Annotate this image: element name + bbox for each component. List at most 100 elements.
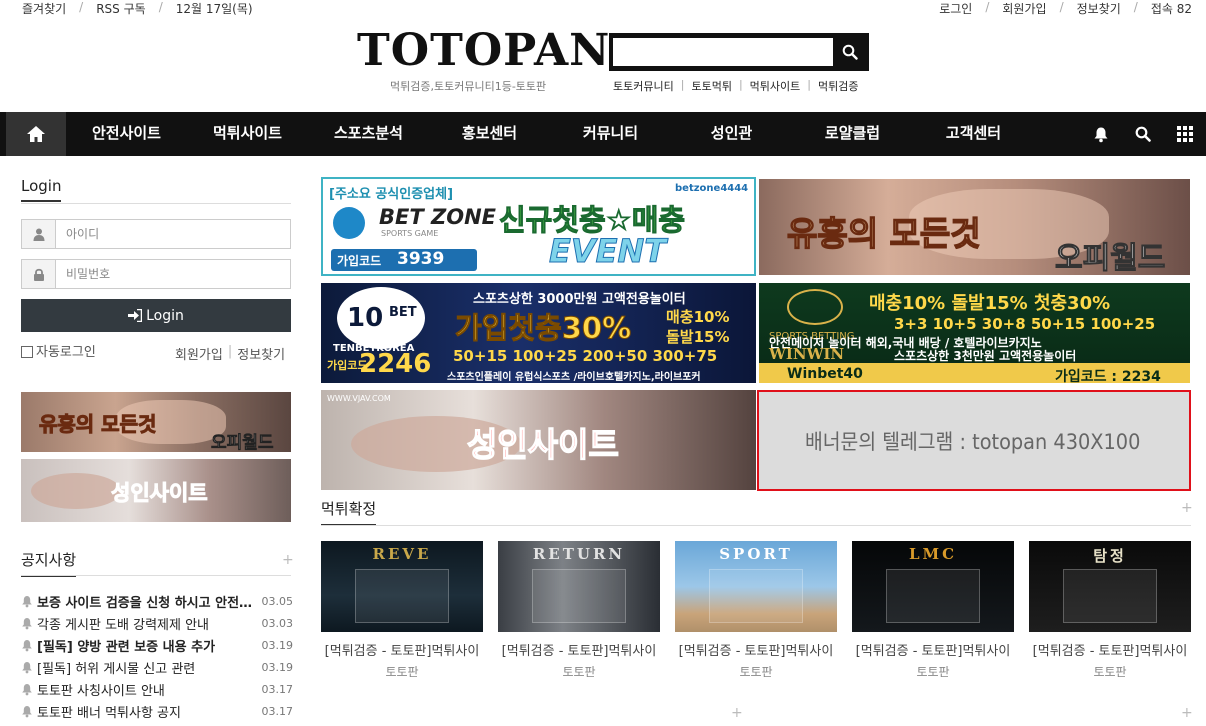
banner-betzone[interactable]: [주소요 공식인증업체] betzone4444 BET ZONE SPORTS…	[321, 177, 756, 276]
join-link[interactable]: 회원가입	[1002, 0, 1046, 17]
left-banner-adult[interactable]: 성인사이트	[21, 459, 291, 522]
post-title[interactable]: [먹튀검증 - 토토판]먹튀사이	[675, 640, 837, 659]
post-card[interactable]: LMC [먹튀검증 - 토토판]먹튀사이 토토판	[852, 541, 1014, 680]
banner-brand: BET ZONE	[379, 205, 496, 229]
banner-adult[interactable]: WWW.VJAV.COM 성인사이트	[321, 390, 756, 490]
post-card[interactable]: RETURN [먹튀검증 - 토토판]먹튀사이 토토판	[498, 541, 660, 680]
notice-title-text[interactable]: 보증 사이트 검증을 신청 하시고 안전놀이터	[37, 592, 259, 611]
section-more-button-2[interactable]: +	[731, 705, 743, 721]
auto-login-checkbox[interactable]	[21, 346, 33, 358]
thumbnail-panel	[709, 569, 803, 623]
login-button[interactable]: Login	[21, 299, 291, 332]
rss-link[interactable]: RSS 구독	[96, 0, 145, 17]
nav-item-community[interactable]: 커뮤니티	[550, 112, 671, 156]
banner-headline: 가입첫충30%	[454, 311, 632, 346]
section-more-button-3[interactable]: +	[1181, 705, 1193, 721]
banner-headline: 유흥의 모든것	[38, 412, 157, 437]
notice-item[interactable]: [필독] 허위 게시물 신고 관련 03.19	[21, 656, 293, 678]
site-logo[interactable]: TOTOPAN	[357, 27, 610, 75]
notice-title-text[interactable]: 토토판 사칭사이트 안내	[37, 680, 259, 699]
nav-item-promo-center[interactable]: 홍보센터	[429, 112, 550, 156]
divider	[21, 203, 291, 204]
post-source: 토토판	[385, 665, 419, 679]
find-info-link[interactable]: 정보찾기	[1077, 0, 1121, 17]
post-card[interactable]: SPORT [먹튀검증 - 토토판]먹튀사이토토판	[675, 541, 837, 680]
post-thumbnail[interactable]: LMC	[852, 541, 1014, 632]
divider: |	[738, 78, 743, 91]
banner-tenbet[interactable]: 10 BET 스포츠상한 3000만원 고액전용놀이터 가입첫충30% 매충10…	[321, 283, 756, 383]
notice-item[interactable]: 각종 게시판 도배 강력제제 안내 03.03	[21, 612, 293, 634]
section-more-button[interactable]: +	[1181, 500, 1193, 516]
post-title[interactable]: [먹튀검증 - 토토판]먹튀사이	[498, 640, 660, 659]
login-title: Login	[21, 177, 62, 202]
post-title[interactable]: [먹튀검증 - 토토판]먹튀사이	[1029, 640, 1191, 659]
post-thumbnail[interactable]: 탐정	[1029, 541, 1191, 632]
nav-item-scam-sites[interactable]: 먹튀사이트	[187, 112, 308, 156]
post-title[interactable]: [먹튀검증 - 토토판]먹튀사이	[321, 640, 483, 659]
bell-icon	[21, 683, 37, 696]
notice-item[interactable]: 토토판 사칭사이트 안내 03.17	[21, 678, 293, 700]
divider: /	[985, 0, 990, 14]
banner-brand: 오피월드	[211, 433, 274, 452]
thumbnail-panel	[1063, 569, 1157, 623]
banner-telegram: Winbet40	[787, 366, 863, 382]
visitor-count: 접속 82	[1150, 2, 1192, 16]
post-thumbnail[interactable]: SPORT	[675, 541, 837, 632]
post-title[interactable]: [먹튀검증 - 토토판]먹튀사이	[852, 640, 1014, 659]
banner-brand: 오피월드	[1054, 241, 1166, 276]
login-link[interactable]: 로그인	[939, 0, 972, 17]
user-icon	[22, 220, 56, 248]
notice-title-text[interactable]: [필독] 양방 관련 보증 내용 추가	[37, 636, 259, 655]
quicklink-scam-sites[interactable]: 먹튀사이트	[750, 78, 801, 94]
post-card[interactable]: REVE [먹튀검증 - 토토판]먹튀사이토토판	[321, 541, 483, 680]
nav-search-button[interactable]	[1122, 112, 1164, 156]
notice-item[interactable]: 토토판 배너 먹튀사항 공지 03.17	[21, 700, 293, 722]
nav-item-royal-club[interactable]: 로얄클럽	[792, 112, 913, 156]
quicklink-toto-scam[interactable]: 토토먹튀	[691, 78, 731, 94]
nav-item-customer-center[interactable]: 고객센터	[913, 112, 1034, 156]
quicklink-verification[interactable]: 먹튀검증	[818, 78, 858, 94]
soccer-ball-icon	[333, 207, 365, 239]
home-button[interactable]	[6, 112, 66, 156]
nav-item-sports-analysis[interactable]: 스포츠분석	[308, 112, 429, 156]
search-button[interactable]	[831, 33, 869, 71]
banner-event: EVENT	[548, 232, 667, 271]
post-thumbnail[interactable]: REVE	[321, 541, 483, 632]
notice-item[interactable]: [필독] 양방 관련 보증 내용 추가 03.19	[21, 634, 293, 656]
notice-more-button[interactable]: +	[282, 552, 294, 568]
banner-right2: 돌발15%	[666, 328, 730, 346]
nav-item-safe-sites[interactable]: 안전사이트	[66, 112, 187, 156]
bookmark-link[interactable]: 즐겨찾기	[22, 0, 66, 17]
date-text: 12월 17일(목)	[175, 2, 253, 16]
post-source: 토토판	[739, 665, 773, 679]
banner-opiworld[interactable]: 유흥의 모든것 오피월드	[759, 179, 1190, 275]
banner-ad-inquiry[interactable]: 배너문의 텔레그램 : totopan 430X100	[757, 390, 1191, 491]
banner-handle: betzone4444	[675, 183, 749, 194]
notification-button[interactable]	[1080, 112, 1122, 156]
id-input[interactable]	[58, 220, 288, 248]
notice-title-text[interactable]: 각종 게시판 도배 강력제제 안내	[37, 614, 259, 633]
post-card[interactable]: 탐정 [먹튀검증 - 토토판]먹튀사이 토토판	[1029, 541, 1191, 680]
top-utility-bar: 즐겨찾기 / RSS 구독 / 12월 17일(목) 로그인 / 회원가입 / …	[0, 0, 1206, 16]
quicklink-community[interactable]: 토토커뮤니티	[613, 78, 674, 94]
all-menu-button[interactable]	[1164, 112, 1206, 156]
banner-winwin[interactable]: 매충10% 돌발15% 첫충30% 3+3 10+5 30+8 50+15 10…	[759, 283, 1190, 383]
notice-title-text[interactable]: [필독] 허위 게시물 신고 관련	[37, 658, 259, 677]
home-icon	[27, 126, 45, 142]
banner-headline: 성인사이트	[466, 424, 619, 464]
notice-item[interactable]: 보증 사이트 검증을 신청 하시고 안전놀이터 03.05	[21, 590, 293, 612]
search-input[interactable]	[613, 38, 833, 66]
auto-login[interactable]: 자동로그인	[21, 341, 96, 360]
find-info-link[interactable]: 정보찾기	[237, 344, 285, 363]
thumbnail-logo-text: LMC	[908, 545, 958, 563]
thumbnail-panel	[886, 569, 980, 623]
site-tagline: 먹튀검증,토토커뮤니티1등-토토판	[390, 80, 547, 93]
nav-item-adult[interactable]: 성인관	[671, 112, 792, 156]
join-link[interactable]: 회원가입	[175, 344, 223, 363]
post-thumbnail[interactable]: RETURN	[498, 541, 660, 632]
left-banner-opiworld[interactable]: 유흥의 모든것 오피월드	[21, 392, 291, 452]
banner-line1: 3+3 10+5 30+8 50+15 100+25	[894, 315, 1156, 333]
notice-title-text[interactable]: 토토판 배너 먹튀사항 공지	[37, 702, 259, 721]
password-input[interactable]	[58, 260, 288, 288]
thumbnail-logo-text: SPORT	[719, 545, 793, 563]
